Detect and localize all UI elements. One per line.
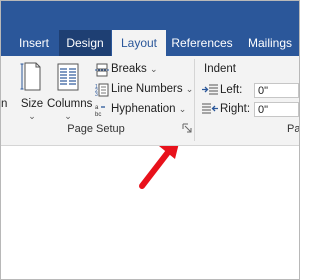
svg-text:3: 3 xyxy=(95,92,98,97)
svg-text:bc: bc xyxy=(95,112,101,117)
size-button[interactable]: Size ⌄ xyxy=(17,60,47,121)
group-separator xyxy=(194,59,195,141)
columns-button[interactable]: Columns ⌄ xyxy=(47,60,93,121)
margins-label-fragment: n xyxy=(1,98,8,110)
columns-label: Columns xyxy=(47,98,93,110)
chevron-down-icon: ⌄ xyxy=(150,64,158,74)
red-arrow xyxy=(139,146,179,189)
columns-icon xyxy=(57,63,79,91)
indent-right-label: Right: xyxy=(220,103,251,115)
page-setup-group-label: Page Setup xyxy=(67,123,125,135)
tab-mailings[interactable]: Mailings xyxy=(241,30,299,56)
title-bar xyxy=(1,1,299,30)
tab-layout[interactable]: Layout xyxy=(112,30,166,56)
chevron-down-icon: ⌄ xyxy=(28,111,36,121)
line-numbers-label: Line Numbers ⌄ xyxy=(111,83,194,95)
hyphenation-button[interactable]: a bc Hyphenation ⌄ xyxy=(95,100,191,120)
tab-references[interactable]: References xyxy=(167,30,237,56)
hyphenation-icon: a bc xyxy=(95,105,105,117)
word-window: Insert Design Layout References Mailings… xyxy=(0,0,300,280)
margins-button[interactable]: n xyxy=(1,60,15,120)
breaks-button[interactable]: Breaks ⌄ xyxy=(95,60,191,80)
size-label: Size xyxy=(20,98,44,110)
hyphenation-label: Hyphenation ⌄ xyxy=(111,103,187,115)
chevron-down-icon: ⌄ xyxy=(64,111,72,121)
svg-text:a: a xyxy=(95,105,99,111)
indent-title: Indent xyxy=(204,63,236,75)
document-area[interactable] xyxy=(1,146,299,279)
ribbon-tabs: Insert Design Layout References Mailings xyxy=(1,30,299,56)
line-numbers-button[interactable]: 1 2 3 Line Numbers ⌄ xyxy=(95,80,194,100)
ribbon-layout: n Size ⌄ Columns ⌄ Breaks ⌄ 1 2 3 Line N… xyxy=(1,56,299,146)
indent-left-icon xyxy=(202,84,218,95)
tab-design[interactable]: Design xyxy=(59,30,111,56)
indent-right-input[interactable]: 0" xyxy=(254,102,299,117)
indent-left-input[interactable]: 0" xyxy=(254,83,299,98)
indent-right-icon xyxy=(202,103,218,114)
indent-left-label: Left: xyxy=(220,84,243,96)
breaks-icon xyxy=(95,63,109,77)
paragraph-group-label-fragment: Pa xyxy=(287,123,300,135)
breaks-label: Breaks ⌄ xyxy=(111,63,158,75)
chevron-down-icon: ⌄ xyxy=(185,84,194,94)
line-numbers-icon: 1 2 3 xyxy=(95,83,109,97)
chevron-down-icon: ⌄ xyxy=(178,104,187,114)
tab-insert[interactable]: Insert xyxy=(9,30,59,56)
page-size-icon xyxy=(20,62,41,91)
dialog-launcher-icon[interactable] xyxy=(182,123,193,134)
